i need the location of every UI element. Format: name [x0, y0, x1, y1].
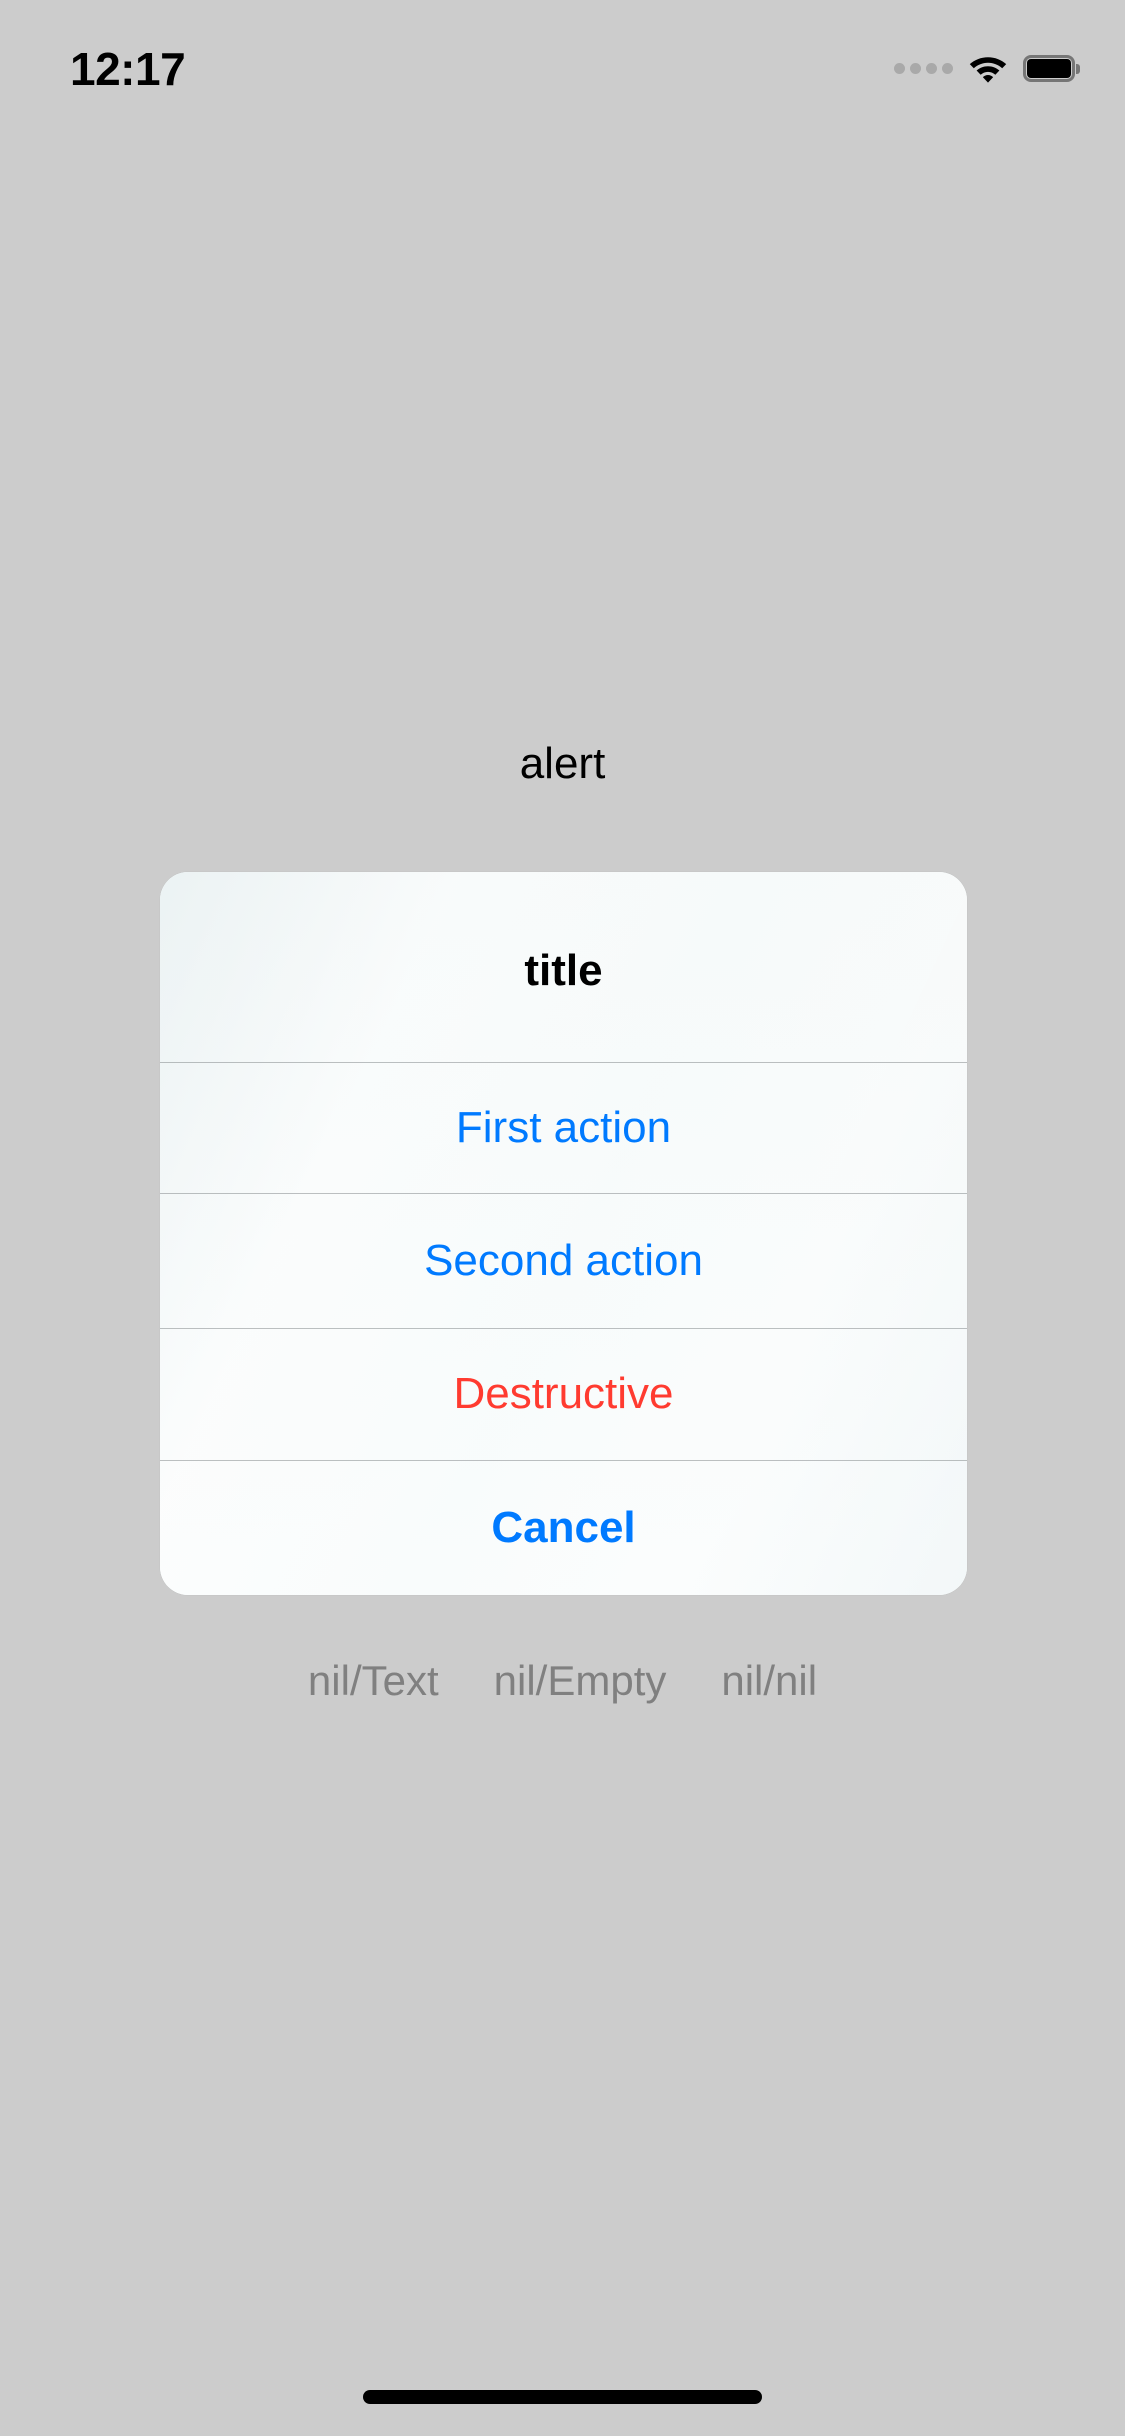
alert-action-cancel[interactable]: Cancel	[160, 1460, 967, 1595]
alert-action-label: Second action	[424, 1235, 703, 1285]
variant-nil-text[interactable]: nil/Text	[308, 1656, 439, 1706]
cellular-dots-icon	[894, 40, 953, 96]
alert-action-label: Cancel	[491, 1502, 636, 1552]
alert-action-first[interactable]: First action	[160, 1062, 967, 1193]
alert-action-label: Destructive	[453, 1369, 674, 1418]
status-bar-indicators	[894, 40, 1080, 96]
phone-screen: 12:17 alert title First action Second ac…	[0, 0, 1125, 2436]
wifi-icon	[966, 52, 1010, 84]
variant-nil-empty[interactable]: nil/Empty	[494, 1656, 667, 1706]
alert-dialog: title First action Second action Destruc…	[160, 872, 967, 1595]
alert-header: title	[160, 872, 967, 1062]
status-bar-time: 12:17	[70, 43, 186, 95]
home-indicator[interactable]	[363, 2390, 762, 2404]
alert-action-second[interactable]: Second action	[160, 1193, 967, 1328]
status-bar: 12:17	[0, 0, 1125, 132]
variant-selector-row: nil/Text nil/Empty nil/nil	[0, 1656, 1125, 1706]
alert-action-label: First action	[455, 1102, 672, 1152]
battery-full-icon	[1023, 54, 1080, 82]
alert-action-destructive[interactable]: Destructive	[160, 1328, 967, 1460]
page-title: alert	[519, 739, 606, 788]
alert-title: title	[524, 946, 603, 995]
variant-nil-nil[interactable]: nil/nil	[721, 1656, 817, 1706]
